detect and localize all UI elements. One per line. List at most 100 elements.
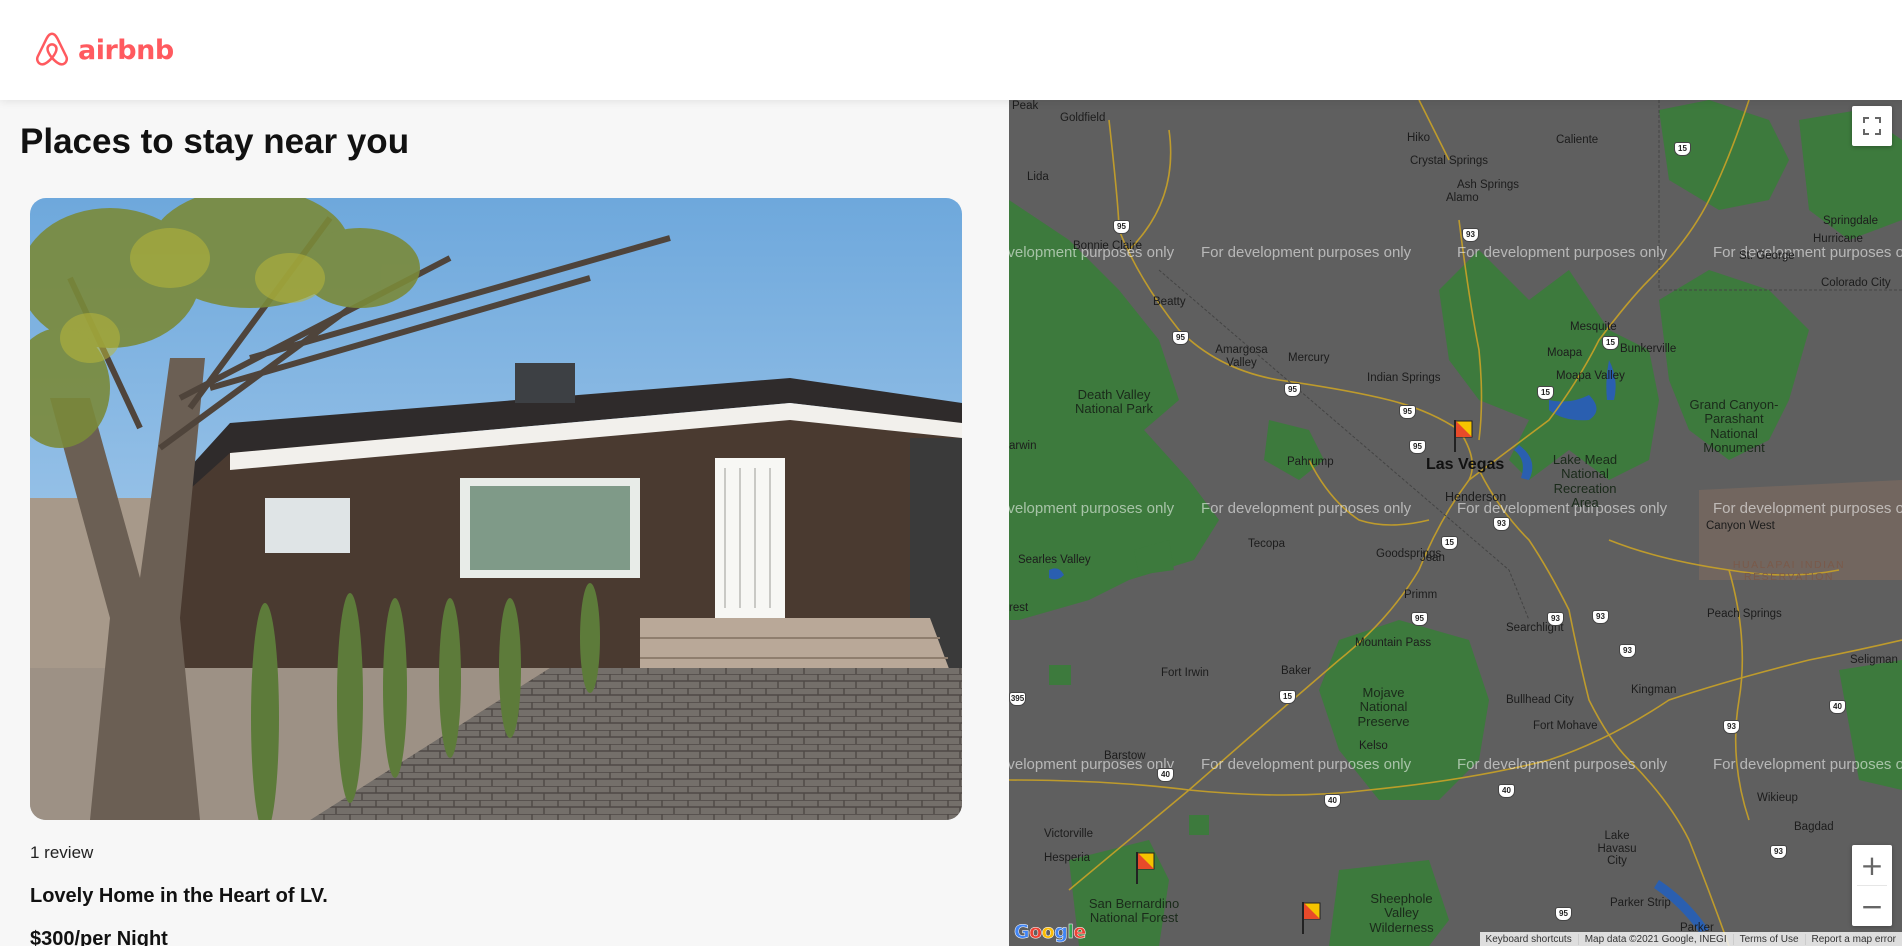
map-label: Tecopa bbox=[1248, 538, 1286, 550]
map-view[interactable]: For development purposes only For develo… bbox=[1009, 100, 1902, 946]
map-label: Seligman bbox=[1850, 654, 1898, 666]
google-logo[interactable]: Google bbox=[1014, 921, 1087, 944]
map-label: Parker Strip bbox=[1610, 897, 1671, 909]
flag-marker-icon bbox=[1302, 902, 1321, 934]
map-label: Alamo bbox=[1446, 192, 1479, 204]
watermark: For development purposes only bbox=[1457, 756, 1668, 773]
highway-shield: 93 bbox=[1619, 644, 1636, 658]
highway-shield: 15 bbox=[1537, 386, 1554, 400]
highway-shield: 15 bbox=[1674, 142, 1691, 156]
watermark: For development purposes only bbox=[1201, 756, 1412, 773]
map-label: San Bernardino National Forest bbox=[1088, 896, 1180, 926]
zoom-controls: + − bbox=[1852, 845, 1892, 926]
map-label: Beatty bbox=[1153, 296, 1186, 308]
map-label: Henderson bbox=[1445, 490, 1507, 504]
watermark: For development purposes only bbox=[1009, 756, 1175, 773]
listings-panel: Places to stay near you 1 review Lovely … bbox=[0, 100, 1009, 946]
map-label: Grand Canyon-Parashant National Monument bbox=[1689, 397, 1779, 455]
highway-shield: 95 bbox=[1284, 383, 1301, 397]
highway-shield: 95 bbox=[1411, 612, 1428, 626]
map-label: Wikieup bbox=[1757, 792, 1798, 804]
map-label: Hesperia bbox=[1044, 852, 1091, 864]
highway-shield: 95 bbox=[1409, 440, 1426, 454]
map-label: Victorville bbox=[1044, 828, 1093, 840]
keyboard-shortcuts-link[interactable]: Keyboard shortcuts bbox=[1480, 934, 1578, 945]
watermark: For development purposes only bbox=[1201, 244, 1412, 261]
map-label: Ash Springs bbox=[1457, 179, 1520, 191]
watermark: For development purposes only bbox=[1713, 500, 1902, 517]
highway-shield: 40 bbox=[1157, 768, 1174, 782]
map-label: Barstow bbox=[1104, 750, 1146, 762]
map-label: Lake Mead National Recreation Area bbox=[1552, 452, 1618, 510]
watermark: For development purposes only bbox=[1009, 500, 1175, 517]
highway-shield: 15 bbox=[1279, 690, 1296, 704]
map-label: Death Valley National Park bbox=[1074, 387, 1154, 417]
airbnb-logo[interactable]: airbnb bbox=[32, 30, 174, 70]
highway-shield: 395 bbox=[1009, 692, 1026, 706]
highway-shield: 95 bbox=[1113, 220, 1130, 234]
highway-shield: 95 bbox=[1555, 907, 1572, 921]
highway-shield: 93 bbox=[1493, 517, 1510, 531]
map-label: Mercury bbox=[1288, 352, 1330, 364]
map-label: Amargosa Valley bbox=[1215, 344, 1268, 369]
map-label: Lake Havasu City bbox=[1597, 830, 1637, 868]
map-label: Fort Mohave bbox=[1533, 720, 1598, 732]
flag-marker-icon bbox=[1136, 852, 1155, 884]
map-label: Bullhead City bbox=[1506, 694, 1574, 706]
listing-photo[interactable] bbox=[30, 198, 962, 820]
listing-title[interactable]: Lovely Home in the Heart of LV. bbox=[30, 885, 328, 908]
map-label: Mesquite bbox=[1570, 321, 1617, 333]
map-label: Fort Irwin bbox=[1161, 667, 1209, 679]
page-title: Places to stay near you bbox=[20, 122, 410, 161]
listing-marker[interactable] bbox=[1453, 420, 1473, 452]
map-label: Sheephole Valley Wilderness bbox=[1369, 891, 1434, 935]
map-label: rest bbox=[1009, 602, 1029, 614]
listing-marker[interactable] bbox=[1301, 902, 1321, 934]
map-label: Moapa Valley bbox=[1556, 370, 1625, 382]
highway-shield: 93 bbox=[1723, 720, 1740, 734]
map-label: HUALAPAI INDIAN RESERVATION bbox=[1732, 559, 1846, 583]
logo-text: airbnb bbox=[78, 34, 174, 66]
map-label: Hurricane bbox=[1813, 233, 1863, 245]
zoom-in-button[interactable]: + bbox=[1852, 845, 1892, 885]
map-label: Primm bbox=[1404, 589, 1438, 601]
airbnb-belo-icon bbox=[35, 32, 69, 66]
listing-reviews: 1 review bbox=[30, 843, 94, 862]
watermark: For development purposes only bbox=[1201, 500, 1412, 517]
report-map-error-link[interactable]: Report a map error bbox=[1804, 933, 1902, 945]
listing-marker[interactable] bbox=[1135, 852, 1155, 884]
map-label: Moapa bbox=[1547, 347, 1583, 359]
map-label: Bonnie Claire bbox=[1073, 240, 1143, 252]
map-attribution: Keyboard shortcuts Map data ©2021 Google… bbox=[1479, 932, 1902, 946]
terms-of-use-link[interactable]: Terms of Use bbox=[1732, 933, 1805, 945]
map-label: Peach Springs bbox=[1707, 608, 1782, 620]
map-label: Colorado City bbox=[1821, 277, 1891, 289]
house-photo-image bbox=[30, 198, 962, 820]
map-label: Lida bbox=[1027, 171, 1049, 183]
highway-shield: 93 bbox=[1592, 610, 1609, 624]
watermark: For development purposes only bbox=[1457, 244, 1668, 261]
map-label: Mojave National Preserve bbox=[1357, 685, 1410, 729]
map-label: St. George bbox=[1739, 250, 1795, 262]
highway-shield: 95 bbox=[1172, 331, 1189, 345]
map-label: Bunkerville bbox=[1620, 343, 1677, 355]
zoom-out-button[interactable]: − bbox=[1852, 886, 1892, 926]
highway-shield: 40 bbox=[1829, 700, 1846, 714]
map-label: Hiko bbox=[1407, 132, 1431, 144]
watermark: For development purposes only bbox=[1713, 756, 1902, 773]
highway-shield: 40 bbox=[1498, 784, 1515, 798]
map-label: Kelso bbox=[1359, 740, 1388, 752]
map-label: Baker bbox=[1281, 665, 1312, 677]
highway-shield: 15 bbox=[1441, 536, 1458, 550]
highway-shield: 95 bbox=[1399, 405, 1416, 419]
highway-shield: 93 bbox=[1462, 228, 1479, 242]
highway-shield: 40 bbox=[1324, 794, 1341, 808]
top-header: airbnb bbox=[0, 0, 1902, 100]
fullscreen-button[interactable] bbox=[1852, 106, 1892, 146]
map-label: Caliente bbox=[1556, 134, 1599, 146]
map-label: Pahrump bbox=[1287, 456, 1334, 468]
map-label: Mountain Pass bbox=[1355, 637, 1432, 649]
highway-shield: 93 bbox=[1770, 845, 1787, 859]
map-label: arwin bbox=[1009, 440, 1037, 452]
map-label: Canyon West bbox=[1706, 520, 1775, 532]
